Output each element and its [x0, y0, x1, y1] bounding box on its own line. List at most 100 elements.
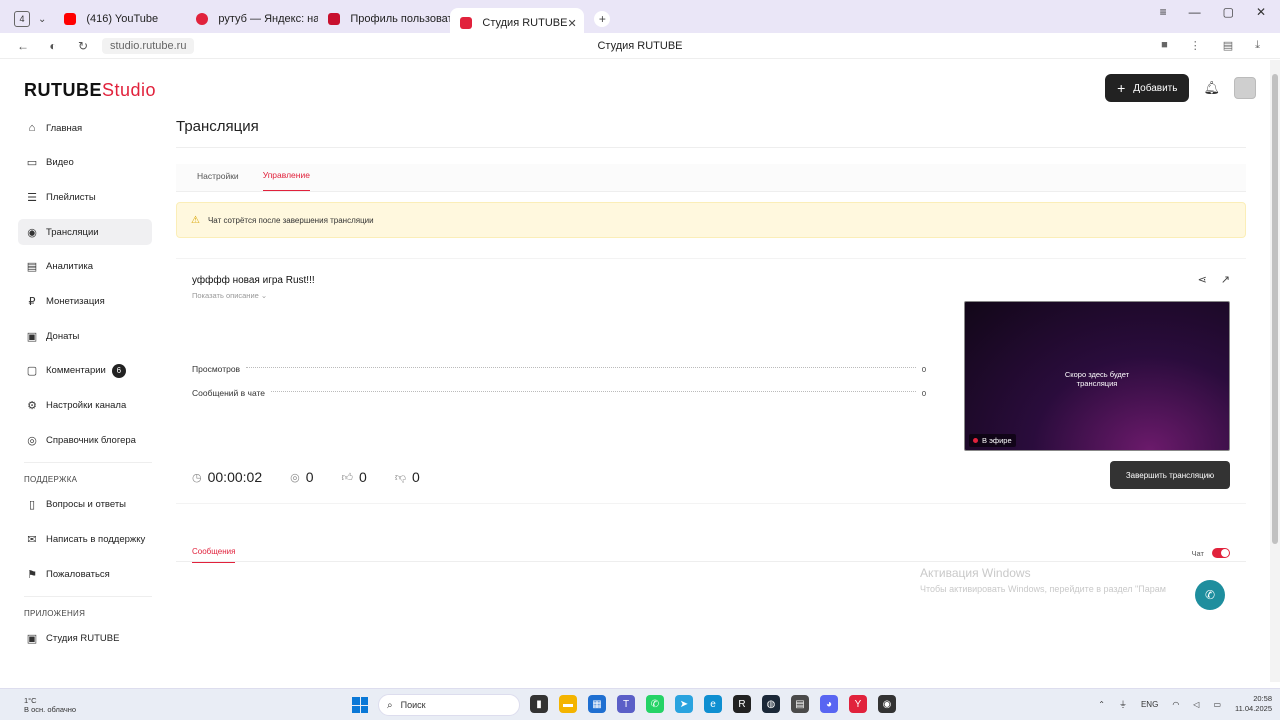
new-tab-button[interactable]: + [594, 11, 611, 27]
search-placeholder: Поиск [400, 700, 426, 710]
close-icon[interactable]: ✕ [567, 17, 576, 30]
search-icon: ⌕ [387, 699, 393, 711]
downloads-icon[interactable]: ⤓ [1255, 39, 1260, 52]
browser-tab-yandex[interactable]: рутуб — Яндекс: нашлось [186, 5, 318, 33]
back-icon[interactable]: ← [16, 39, 30, 53]
taskbar-search[interactable]: ⌕ Поиск [378, 694, 520, 716]
sidebar-item-video[interactable]: ▭ Видео [18, 150, 152, 176]
edge-icon[interactable]: e [704, 695, 722, 713]
rutube-studio-logo[interactable]: RUTUBEStudio [24, 80, 156, 101]
tab-count-button[interactable]: 4 [14, 11, 30, 27]
weather-widget[interactable]: 1°C В осн. облачно [24, 696, 76, 714]
youtube-icon [64, 13, 77, 25]
browser-tab-label: (416) YouTube [86, 13, 159, 25]
minimize-icon[interactable]: — [1189, 5, 1201, 19]
metric-value: 0 [411, 469, 420, 485]
add-button[interactable]: + Добавить [1105, 74, 1190, 102]
taskbar-apps: ▮ ▬ ▦ T ✆ ➤ e R ◍ ▤ ◕ Y ◉ [530, 695, 896, 713]
broadcast-icon: ◉ [27, 226, 37, 239]
viewers-icon: ◎ [290, 471, 300, 484]
preview-placeholder: Скоро здесь будет трансляция [965, 370, 1229, 388]
chevron-down-icon[interactable]: ⌄ [38, 14, 46, 25]
browser-tab-profile[interactable]: Профиль пользователя # [318, 5, 450, 33]
sidebar-item-monetization[interactable]: ₽ Монетизация [18, 288, 152, 314]
tab-settings[interactable]: Настройки [197, 171, 239, 191]
chart-icon: ▤ [26, 261, 38, 274]
sidebar-item-blogger-guide[interactable]: ◎ Справочник блогера [18, 427, 152, 453]
stream-preview[interactable]: Скоро здесь будет трансляция В эфире [964, 301, 1230, 451]
more-icon[interactable]: ⋮ [1190, 39, 1201, 52]
windows-start-icon[interactable] [352, 697, 368, 713]
sidebar-item-streams[interactable]: ◉ Трансляции [18, 219, 152, 246]
preview-text-line2: трансляция [1076, 379, 1118, 388]
share-icon[interactable]: ⋖ [1198, 273, 1207, 286]
chevron-up-icon[interactable]: ⌃ [1098, 700, 1105, 709]
obs-icon[interactable]: ◉ [878, 695, 896, 713]
discord-icon[interactable]: ◕ [820, 695, 838, 713]
sidebar-item-donations[interactable]: ▣ Донаты [18, 323, 152, 349]
end-stream-button[interactable]: Завершить трансляцию [1110, 461, 1230, 489]
steam-icon[interactable]: ◍ [762, 695, 780, 713]
wifi-icon[interactable]: ◠ [1172, 700, 1179, 709]
help-chat-button[interactable]: ✆ [1195, 580, 1225, 610]
tab-messages[interactable]: Сообщения [192, 547, 236, 563]
chat-toggle-label: Чат [1191, 548, 1204, 558]
calculator-icon[interactable]: ▤ [791, 695, 809, 713]
sidebar-item-label: Вопросы и ответы [46, 499, 127, 511]
external-link-icon[interactable]: ↗ [1221, 273, 1230, 286]
telegram-icon[interactable]: ➤ [675, 695, 693, 713]
sidebar-item-contact-support[interactable]: ✉ Написать в поддержку [18, 527, 152, 553]
volume-icon[interactable]: ◁ [1193, 700, 1199, 709]
sidebar-item-label: Видео [46, 157, 74, 169]
sidebar-item-channel-settings[interactable]: ⚙ Настройки канала [18, 393, 152, 419]
avatar[interactable] [1234, 77, 1256, 99]
main-content: Трансляция Настройки Управление ⚠ Чат со… [176, 118, 1246, 563]
reload-icon[interactable]: ↻ [76, 39, 90, 53]
show-description-link[interactable]: Показать описание ⌄ [192, 291, 267, 300]
shield-icon[interactable]: ◐ [46, 39, 60, 53]
sidebar-item-playlists[interactable]: ☰ Плейлисты [18, 184, 152, 210]
address-bar: ← ◐ ↻ studio.rutube.ru Студия RUTUBE ■ ⋮… [0, 33, 1280, 59]
stat-value: 0 [921, 364, 926, 374]
bookmark-icon[interactable]: ■ [1161, 39, 1168, 52]
rust-game-icon[interactable]: R [733, 695, 751, 713]
url-field[interactable]: studio.rutube.ru [102, 37, 195, 54]
whatsapp-icon[interactable]: ✆ [646, 695, 664, 713]
app-icon: ▣ [26, 633, 38, 646]
chat-toggle[interactable] [1212, 548, 1230, 558]
page-title: Трансляция [176, 118, 1246, 148]
language-indicator[interactable]: ENG [1141, 700, 1158, 709]
maximize-icon[interactable]: ▢ [1223, 5, 1234, 19]
usb-icon[interactable]: ⏚ [1119, 699, 1127, 710]
sidebar-item-studio-app[interactable]: ▣ Студия RUTUBE [18, 626, 152, 652]
sidebar-item-comments[interactable]: ▢ Комментарии 6 [18, 358, 152, 384]
window-controls: ≡ — ▢ ✕ [1160, 5, 1266, 19]
tab-menu-icon[interactable]: ≡ [1160, 5, 1167, 19]
tab-management[interactable]: Управление [262, 170, 310, 191]
scrollbar-thumb[interactable] [1272, 74, 1278, 544]
file-explorer-icon[interactable]: ▬ [559, 695, 577, 713]
warning-icon: ⚠ [191, 214, 200, 226]
live-dot-icon [973, 438, 978, 443]
close-window-icon[interactable]: ✕ [1256, 5, 1266, 19]
task-view-icon[interactable]: ▮ [530, 695, 548, 713]
browser-tab-label: Профиль пользователя # [350, 13, 451, 25]
taskbar-clock[interactable]: 20:58 11.04.2025 [1235, 694, 1272, 714]
sidebar-item-report[interactable]: ⚑ Пожаловаться [18, 561, 152, 587]
battery-icon[interactable]: ▭ [1213, 700, 1221, 709]
sidebar-item-analytics[interactable]: ▤ Аналитика [18, 254, 152, 280]
sidebar-item-faq[interactable]: ▯ Вопросы и ответы [18, 492, 152, 518]
ruble-icon: ₽ [28, 295, 36, 308]
yandex-browser-icon[interactable]: Y [849, 695, 867, 713]
sidebar-item-label: Комментарии [46, 365, 106, 377]
add-button-label: Добавить [1133, 82, 1178, 94]
metric-likes: 👍︎ 0 [342, 469, 367, 485]
collections-icon[interactable]: ▤ [1223, 39, 1233, 52]
bell-icon[interactable]: 🔔︎ [1203, 80, 1220, 96]
store-icon[interactable]: ▦ [588, 695, 606, 713]
clock-date: 11.04.2025 [1235, 704, 1272, 713]
browser-tab-youtube[interactable]: (416) YouTube [54, 5, 186, 33]
sidebar-item-home[interactable]: ⌂ Главная [18, 115, 152, 141]
page-scrollbar[interactable] [1270, 60, 1280, 682]
teams-icon[interactable]: T [617, 695, 635, 713]
